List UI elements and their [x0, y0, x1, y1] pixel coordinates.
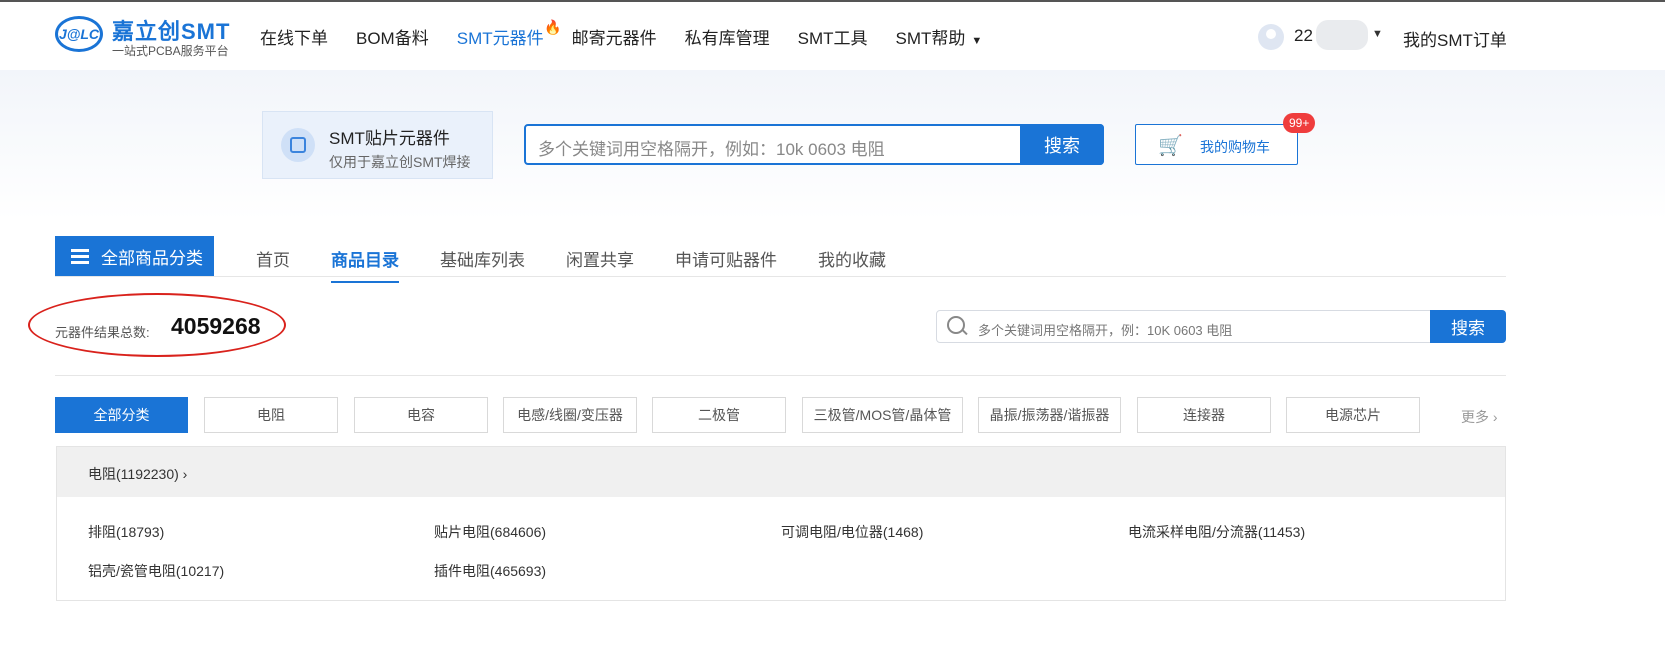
- category-connector[interactable]: 连接器: [1137, 397, 1271, 433]
- section-divider: [55, 375, 1506, 376]
- tab-apply-parts[interactable]: 申请可贴器件: [675, 246, 777, 271]
- more-categories-link[interactable]: 更多 ›: [1461, 407, 1498, 427]
- main-search-input[interactable]: 多个关键词用空格隔开，例如：10k 0603 电阻 搜索: [524, 124, 1104, 165]
- subcategory-heading[interactable]: 电阻(1192230) ›: [88, 464, 187, 484]
- tabs-divider: [55, 276, 1506, 277]
- fire-icon: 🔥: [544, 19, 562, 35]
- catalog-tabs: 首页 商品目录 基础库列表 闲置共享 申请可贴器件 我的收藏: [256, 246, 886, 283]
- all-categories-label: 全部商品分类: [101, 248, 203, 268]
- nav-smt-components-label: SMT元器件: [456, 29, 544, 48]
- nav-private-library[interactable]: 私有库管理: [685, 24, 770, 49]
- category-all[interactable]: 全部分类: [55, 397, 188, 433]
- avatar[interactable]: [1258, 24, 1284, 50]
- subcategory-item[interactable]: 可调电阻/电位器(1468): [781, 522, 923, 542]
- nav-smt-help-label: SMT帮助: [895, 29, 966, 48]
- tab-catalog[interactable]: 商品目录: [331, 246, 399, 283]
- caret-down-icon[interactable]: ▼: [1372, 28, 1383, 40]
- tab-favorites[interactable]: 我的收藏: [818, 246, 886, 271]
- tab-idle-share[interactable]: 闲置共享: [566, 246, 634, 271]
- category-inductor[interactable]: 电感/线圈/变压器: [503, 397, 637, 433]
- tab-home[interactable]: 首页: [256, 246, 290, 271]
- category-diode[interactable]: 二极管: [652, 397, 786, 433]
- subcategory-item[interactable]: 铝壳/瓷管电阻(10217): [88, 561, 224, 581]
- subcategory-item[interactable]: 插件电阻(465693): [434, 561, 546, 581]
- category-capacitor[interactable]: 电容: [354, 397, 488, 433]
- site-header: J@LC 嘉立创SMT 一站式PCBA服务平台 在线下单 BOM备料 SMT元器…: [0, 2, 1665, 70]
- nav-online-order[interactable]: 在线下单: [260, 24, 328, 49]
- logo-subtitle: 一站式PCBA服务平台: [112, 44, 229, 58]
- menu-icon: [71, 246, 89, 267]
- main-search-button[interactable]: 搜索: [1020, 124, 1104, 165]
- cart-button[interactable]: 🛒 我的购物车 99+: [1135, 113, 1316, 165]
- redacted-username: [1316, 20, 1368, 50]
- nav-mail-components[interactable]: 邮寄元器件: [572, 24, 657, 49]
- subcategory-item[interactable]: 排阻(18793): [88, 522, 164, 542]
- cart-icon: 🛒: [1158, 135, 1183, 157]
- smt-card-title: SMT贴片元器件: [329, 129, 450, 148]
- subcategory-panel: 电阻(1192230) › 排阻(18793) 贴片电阻(684606) 可调电…: [56, 446, 1506, 601]
- logo-badge[interactable]: J@LC: [55, 16, 103, 52]
- category-transistor[interactable]: 三极管/MOS管/晶体管: [802, 397, 963, 433]
- tab-basic-library[interactable]: 基础库列表: [440, 246, 525, 271]
- cart-count-badge: 99+: [1283, 113, 1316, 133]
- chip-icon: [281, 128, 315, 162]
- caret-down-icon: ▼: [971, 35, 983, 47]
- nav-smt-tools[interactable]: SMT工具: [798, 24, 868, 49]
- nav-smt-help[interactable]: SMT帮助 ▼: [896, 24, 983, 49]
- cart-label: 我的购物车: [1200, 139, 1270, 155]
- highlight-ellipse: [28, 293, 286, 357]
- catalog-search-placeholder: 多个关键词用空格隔开，例：10K 0603 电阻: [978, 323, 1233, 338]
- search-icon: [947, 316, 965, 334]
- category-power-ic[interactable]: 电源芯片: [1286, 397, 1420, 433]
- nav-smt-components[interactable]: SMT元器件 🔥: [456, 19, 562, 49]
- subcategory-item[interactable]: 电流采样电阻/分流器(11453): [1128, 522, 1305, 542]
- all-categories-button[interactable]: 全部商品分类: [55, 236, 214, 276]
- category-resistor[interactable]: 电阻: [204, 397, 338, 433]
- nav-bom[interactable]: BOM备料: [356, 24, 429, 49]
- subcategory-item[interactable]: 贴片电阻(684606): [434, 522, 546, 542]
- my-smt-orders-link[interactable]: 我的SMT订单: [1403, 26, 1507, 51]
- smt-components-card[interactable]: SMT贴片元器件 仅用于嘉立创SMT焊接: [262, 111, 493, 179]
- user-name[interactable]: 22: [1294, 26, 1313, 46]
- catalog-search-button[interactable]: 搜索: [1430, 310, 1506, 343]
- smt-card-subtitle: 仅用于嘉立创SMT焊接: [329, 154, 471, 170]
- subcategory-header: 电阻(1192230) ›: [57, 447, 1505, 497]
- category-crystal[interactable]: 晶振/振荡器/谐振器: [978, 397, 1121, 433]
- main-nav: 在线下单 BOM备料 SMT元器件 🔥 邮寄元器件 私有库管理 SMT工具 SMT…: [260, 19, 983, 49]
- main-search-placeholder: 多个关键词用空格隔开，例如：10k 0603 电阻: [538, 140, 885, 159]
- catalog-search-input[interactable]: 多个关键词用空格隔开，例：10K 0603 电阻 搜索: [936, 310, 1506, 343]
